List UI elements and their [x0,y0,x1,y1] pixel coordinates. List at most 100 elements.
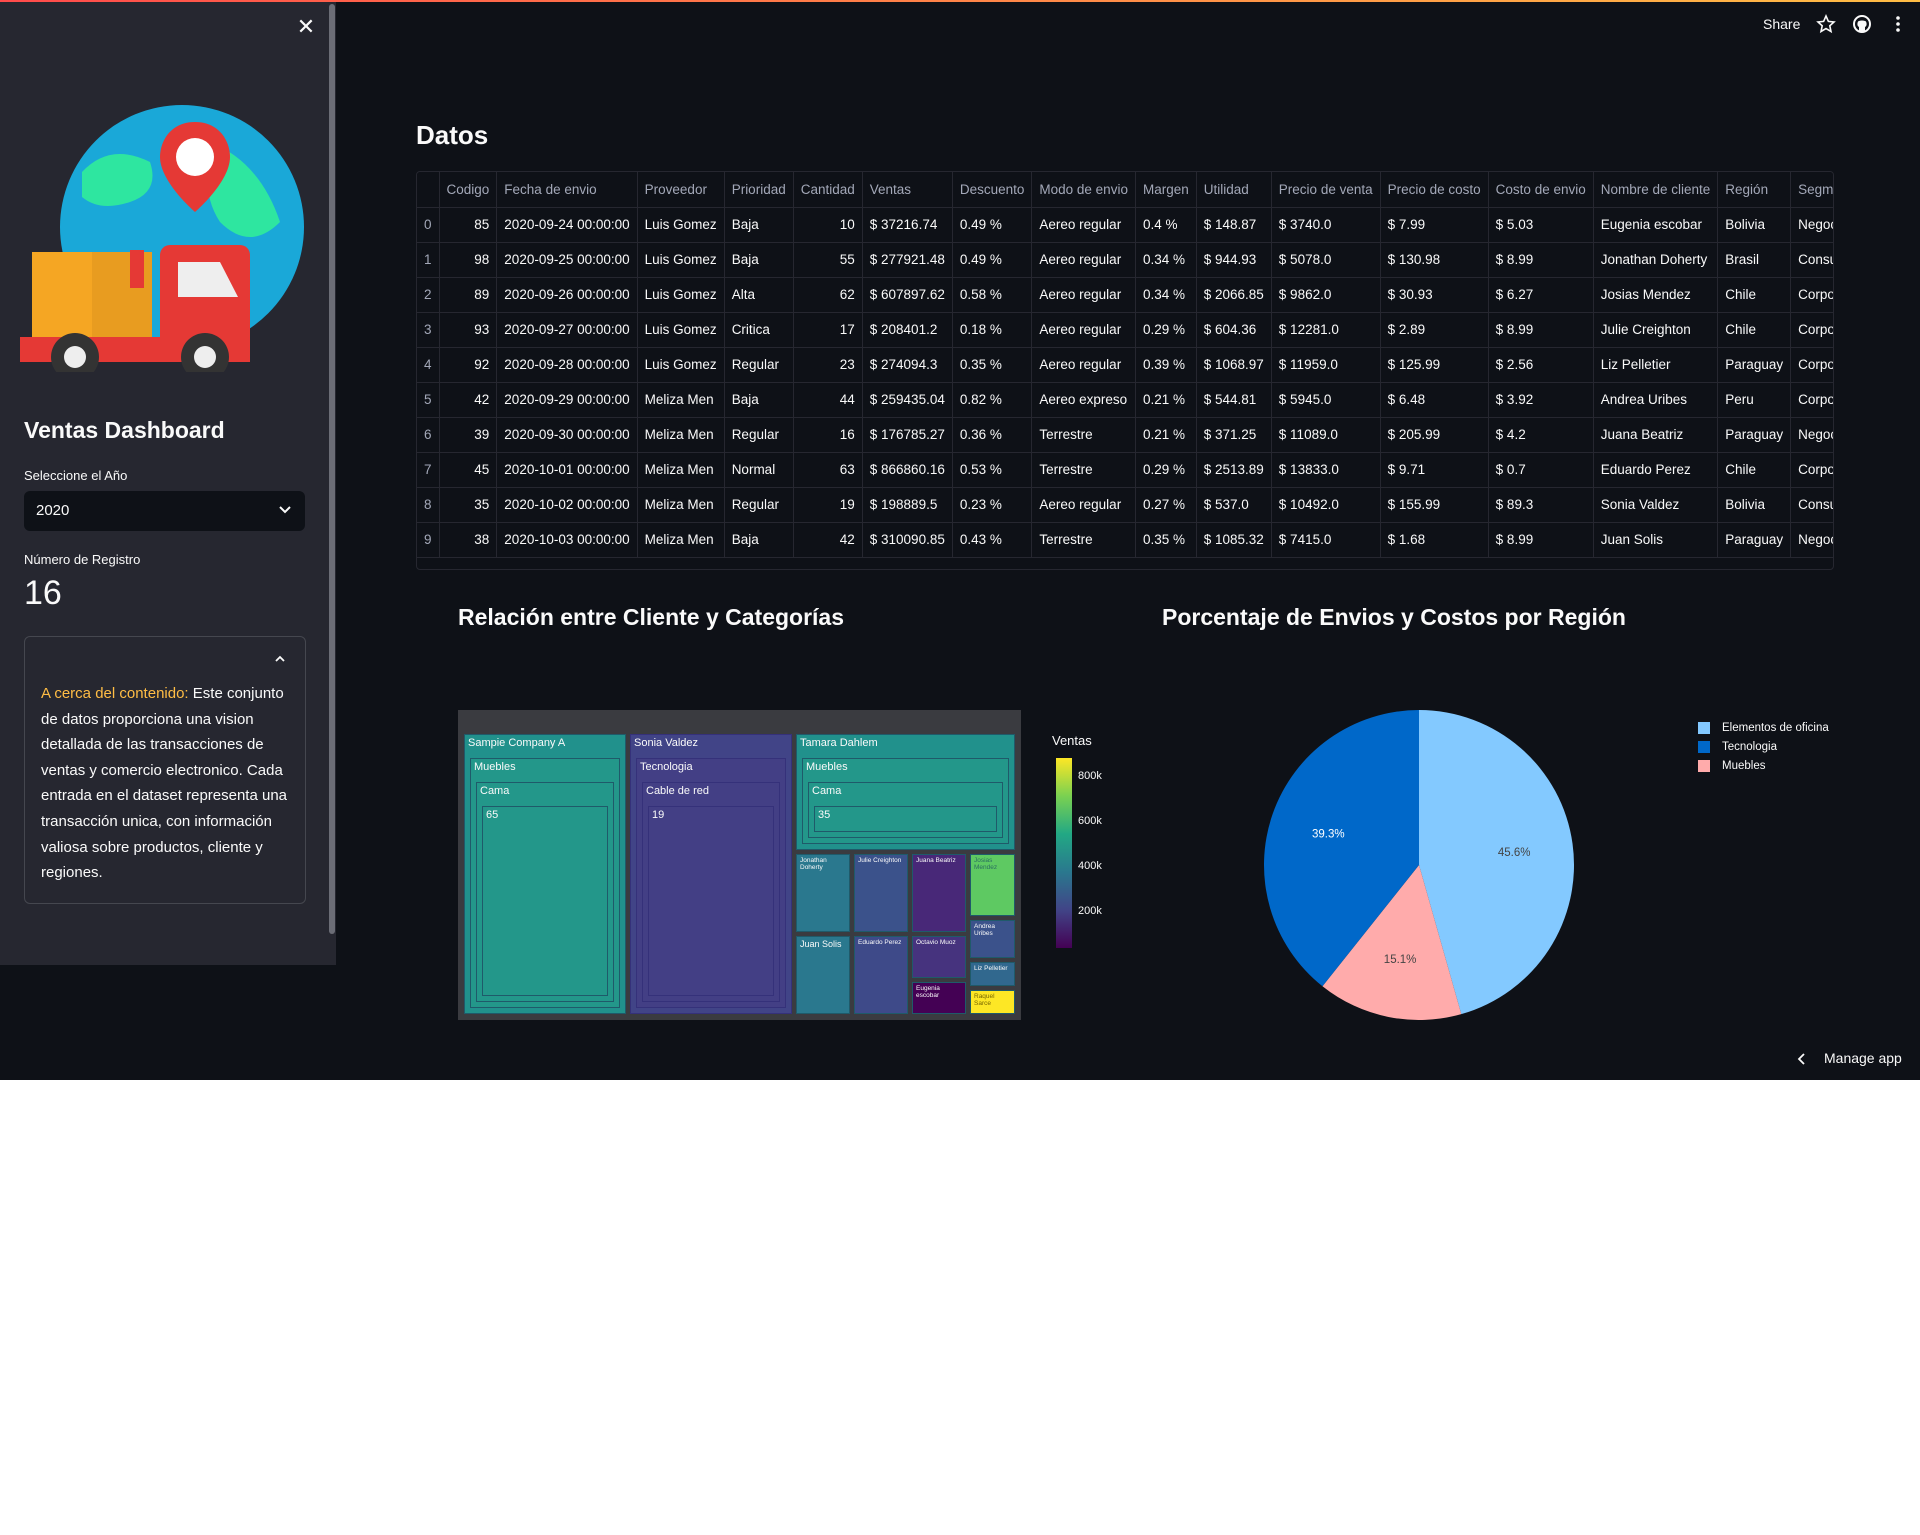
table-cell[interactable]: $ 259435.04 [862,382,953,418]
table-cell[interactable]: $ 371.25 [1196,417,1272,453]
table-cell[interactable]: $ 8.99 [1488,242,1594,278]
table-cell[interactable]: $ 0.7 [1488,452,1594,488]
table-cell[interactable]: Terrestre [1031,417,1136,453]
table-cell[interactable]: 0.82 % [952,382,1033,418]
treemap-node-liz[interactable]: Liz Pelletier [970,962,1015,986]
table-cell[interactable]: Paraguay [1717,417,1792,453]
table-cell[interactable]: Julie Creighton [1593,312,1719,348]
column-header[interactable]: Segm [1790,172,1833,208]
table-cell[interactable]: Corpo [1790,382,1833,418]
table-cell[interactable]: $ 274094.3 [862,347,953,383]
treemap-node-josias[interactable]: Josias Mendez [970,854,1015,916]
table-cell[interactable]: Paraguay [1717,347,1792,383]
table-cell[interactable]: 2020-09-27 00:00:00 [496,312,638,348]
table-cell[interactable]: Sonia Valdez [1593,487,1719,523]
chevron-up-icon[interactable] [273,652,287,666]
table-row[interactable]: 6 39 2020-09-30 00:00:00 Meliza Men Regular 1… [417,417,1833,453]
table-cell[interactable]: Aereo regular [1031,242,1136,278]
treemap-node-octavio[interactable]: Octavio Muoz [912,936,966,978]
table-cell[interactable]: $ 866860.16 [862,452,953,488]
treemap-chart[interactable]: Sampie Company A Muebles Cama 65 Sonia V… [458,710,1021,1020]
column-header[interactable]: Proveedor [637,172,725,208]
table-cell[interactable]: 38 [439,522,498,558]
column-header[interactable]: Fecha de envio [496,172,638,208]
table-cell[interactable]: 0.4 % [1135,207,1197,243]
table-cell[interactable]: $ 310090.85 [862,522,953,558]
table-cell[interactable]: Regular [724,487,794,523]
treemap-node-leaf[interactable]: 35 [814,806,997,832]
table-cell[interactable]: Critica [724,312,794,348]
table-cell[interactable]: $ 3.92 [1488,382,1594,418]
table-cell[interactable]: 2020-09-25 00:00:00 [496,242,638,278]
table-cell[interactable]: Chile [1717,277,1792,313]
table-cell[interactable]: 16 [793,417,863,453]
table-cell[interactable]: Eugenia escobar [1593,207,1719,243]
year-select[interactable]: 2020 [24,491,305,531]
table-cell[interactable]: $ 9.71 [1380,452,1489,488]
table-cell[interactable]: $ 205.99 [1380,417,1489,453]
table-cell[interactable]: $ 277921.48 [862,242,953,278]
treemap-node-eduardo[interactable]: Eduardo Perez [854,936,908,1014]
column-header[interactable]: Precio de costo [1380,172,1489,208]
table-cell[interactable]: Corpo [1790,312,1833,348]
table-row[interactable]: 2 89 2020-09-26 00:00:00 Luis Gomez Alta 62 $ … [417,277,1833,313]
table-cell[interactable]: 2020-09-24 00:00:00 [496,207,638,243]
table-cell[interactable]: Josias Mendez [1593,277,1719,313]
table-cell[interactable]: $ 9862.0 [1271,277,1381,313]
legend-item[interactable]: Tecnologia [1698,737,1829,756]
table-cell[interactable]: 2020-09-26 00:00:00 [496,277,638,313]
sidebar-scrollbar[interactable] [329,4,335,934]
column-header[interactable]: Descuento [952,172,1033,208]
table-cell[interactable]: $ 7415.0 [1271,522,1381,558]
column-header[interactable]: Precio de venta [1271,172,1381,208]
treemap-node-leaf[interactable]: 19 [648,806,774,996]
table-cell[interactable]: $ 8.99 [1488,312,1594,348]
row-index[interactable]: 0 [417,207,440,243]
table-cell[interactable]: Peru [1717,382,1792,418]
table-cell[interactable]: Bolivia [1717,487,1792,523]
table-cell[interactable]: $ 544.81 [1196,382,1272,418]
table-cell[interactable]: $ 5078.0 [1271,242,1381,278]
row-index[interactable]: 6 [417,417,440,453]
column-header[interactable]: Ventas [862,172,953,208]
table-cell[interactable]: Eduardo Perez [1593,452,1719,488]
table-cell[interactable]: $ 208401.2 [862,312,953,348]
table-row[interactable]: 3 93 2020-09-27 00:00:00 Luis Gomez Critica 1… [417,312,1833,348]
table-cell[interactable]: $ 8.99 [1488,522,1594,558]
table-cell[interactable]: 0.27 % [1135,487,1197,523]
table-cell[interactable]: $ 155.99 [1380,487,1489,523]
table-cell[interactable]: Meliza Men [637,382,725,418]
table-cell[interactable]: Negoc [1790,417,1833,453]
table-cell[interactable]: 45 [439,452,498,488]
column-header[interactable]: Prioridad [724,172,794,208]
table-cell[interactable]: 0.49 % [952,242,1033,278]
table-cell[interactable]: Brasil [1717,242,1792,278]
table-cell[interactable]: $ 198889.5 [862,487,953,523]
table-cell[interactable]: Aereo regular [1031,277,1136,313]
table-cell[interactable]: Negoc [1790,207,1833,243]
row-index[interactable]: 9 [417,522,440,558]
share-button[interactable]: Share [1763,16,1800,32]
table-cell[interactable]: Terrestre [1031,522,1136,558]
treemap-node-eugenia[interactable]: Eugenia escobar [912,982,966,1014]
manage-app-button[interactable]: Manage app [1824,1050,1902,1066]
table-cell[interactable]: 89 [439,277,498,313]
table-cell[interactable]: Jonathan Doherty [1593,242,1719,278]
row-index[interactable]: 1 [417,242,440,278]
data-table[interactable]: Codigo Fecha de envio Proveedor Prioridad Ca… [416,171,1834,570]
table-cell[interactable]: $ 30.93 [1380,277,1489,313]
chevron-left-icon[interactable] [1796,1052,1808,1066]
table-cell[interactable]: 0.53 % [952,452,1033,488]
treemap-node-raquel[interactable]: Raquel Sarce [970,990,1015,1014]
table-cell[interactable]: Consu [1790,487,1833,523]
table-cell[interactable]: Corpo [1790,347,1833,383]
table-cell[interactable]: $ 2066.85 [1196,277,1272,313]
row-index[interactable]: 8 [417,487,440,523]
table-cell[interactable]: $ 2.56 [1488,347,1594,383]
table-cell[interactable]: Liz Pelletier [1593,347,1719,383]
treemap-node-juan[interactable]: Juan Solis [796,936,850,1014]
table-cell[interactable]: 0.49 % [952,207,1033,243]
table-cell[interactable]: Regular [724,417,794,453]
column-header[interactable]: Región [1717,172,1792,208]
table-cell[interactable]: 2020-09-30 00:00:00 [496,417,638,453]
